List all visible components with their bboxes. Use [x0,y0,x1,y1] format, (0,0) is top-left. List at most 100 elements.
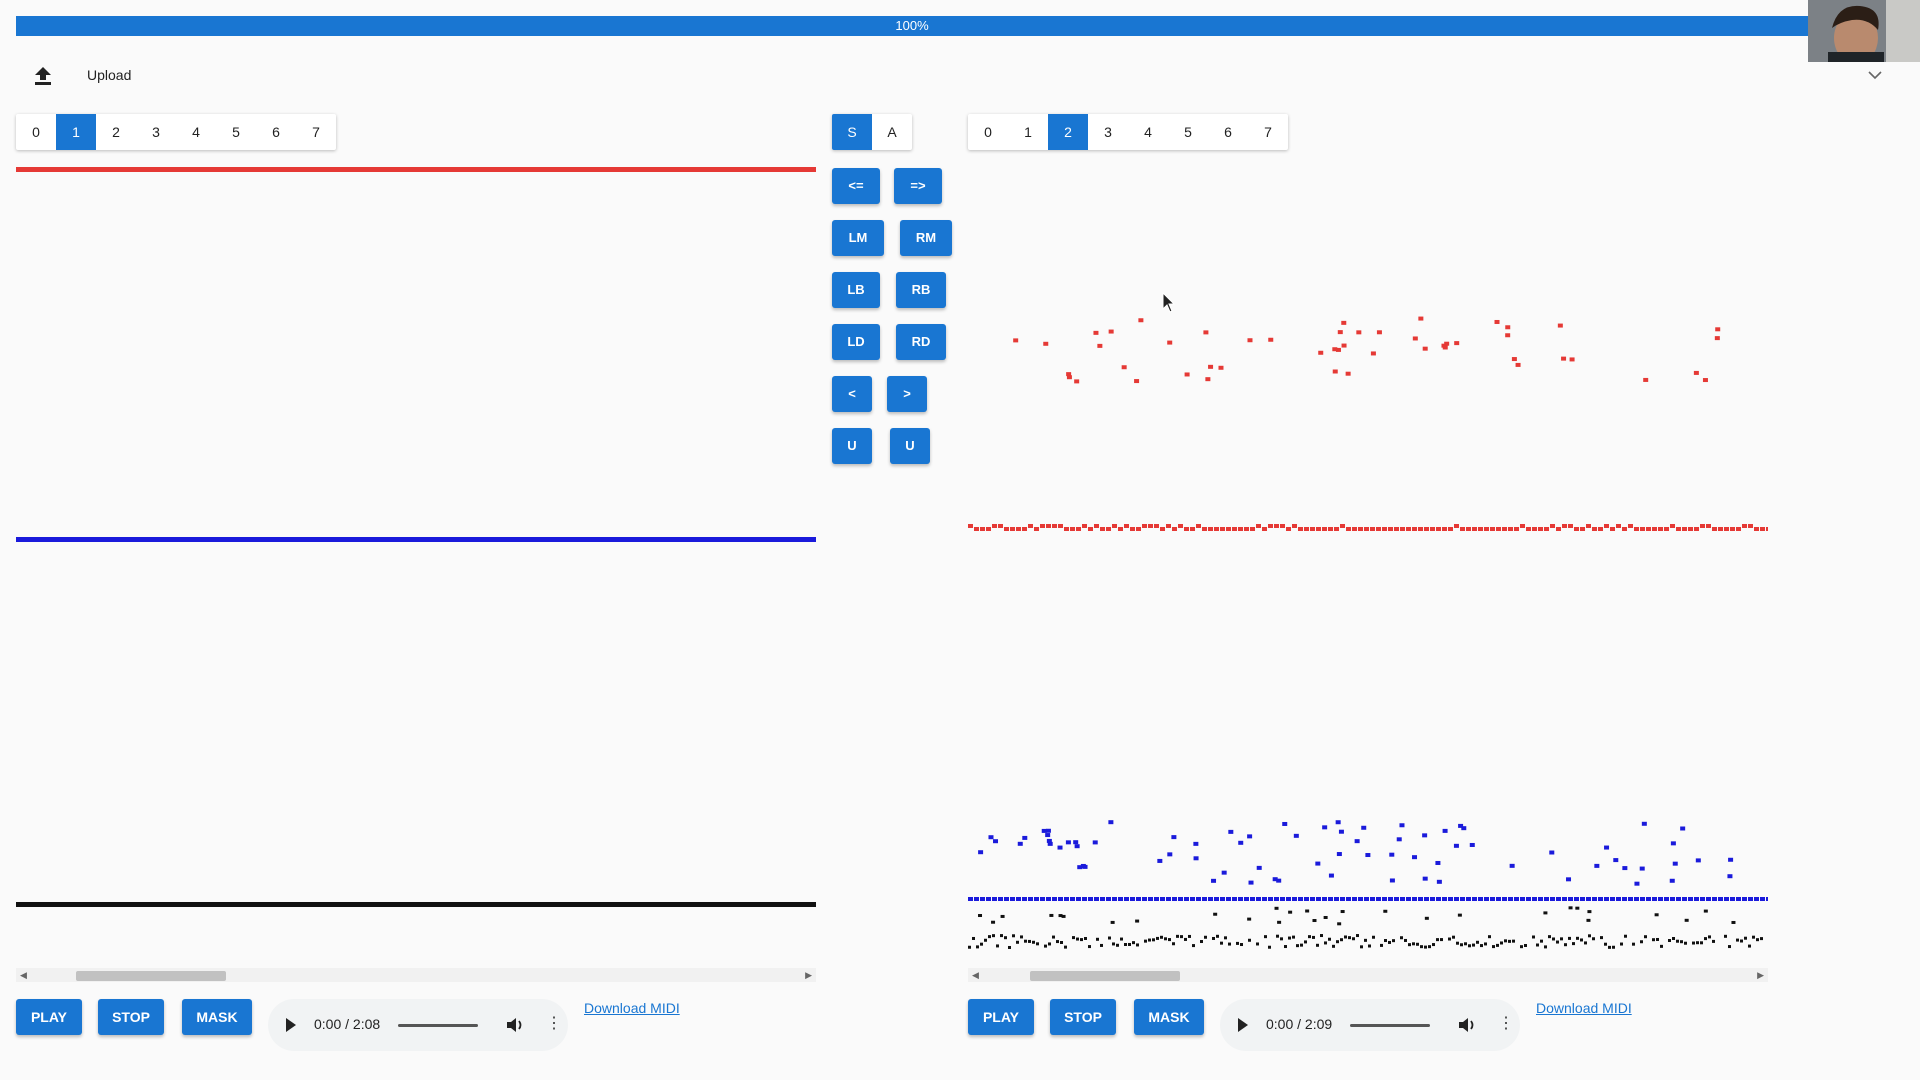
drum-note [1056,940,1059,944]
bass-note [1604,897,1609,901]
volume-icon[interactable] [504,1014,526,1036]
left-tab-0[interactable]: 0 [16,114,56,150]
right-tab-6[interactable]: 6 [1208,114,1248,150]
right-scroll-thumb[interactable] [1030,971,1180,981]
bass-note [1045,833,1051,838]
upload-icon[interactable] [34,66,52,86]
more-options-icon[interactable]: ⋮ [546,1013,562,1033]
melody-note [1208,527,1213,531]
melody-note [1562,524,1567,528]
left-tab-4[interactable]: 4 [176,114,216,150]
rd-button[interactable]: RD [896,324,946,360]
bass-note [1244,897,1249,901]
melody-note [1341,320,1347,325]
left-stop-button[interactable]: STOP [98,999,164,1035]
right-audio-seek[interactable] [1350,1024,1430,1027]
more-options-icon[interactable]: ⋮ [1498,1013,1514,1033]
scroll-right-arrow-icon[interactable]: ▶ [1757,968,1764,982]
bass-note [1022,897,1027,901]
melody-note [1538,527,1543,531]
right-tab-3[interactable]: 3 [1088,114,1128,150]
bass-note [1422,833,1428,838]
bass-note [993,839,999,844]
left-tab-3[interactable]: 3 [136,114,176,150]
left-tab-6[interactable]: 6 [256,114,296,150]
drum-note [1536,943,1539,947]
melody-note [1268,337,1274,342]
drum-note [988,935,991,939]
volume-icon[interactable] [1456,1014,1478,1036]
chevron-down-icon[interactable] [1868,70,1882,80]
play-icon[interactable] [286,1018,296,1032]
rm-button[interactable]: RM [900,220,952,256]
play-icon[interactable] [1238,1018,1248,1032]
melody-note [1097,343,1103,348]
right-play-button[interactable]: PLAY [968,999,1034,1035]
left-mask-button[interactable]: MASK [182,999,252,1035]
bass-note [1004,897,1009,901]
melody-note [1370,351,1376,356]
melody-note [1754,527,1759,531]
ld-button[interactable]: LD [832,324,880,360]
u-button-2[interactable]: U [890,428,930,464]
right-tab-2[interactable]: 2 [1048,114,1088,150]
drum-note [1305,909,1310,913]
upload-button[interactable]: Upload [87,67,131,83]
right-download-midi-link[interactable]: Download MIDI [1536,1000,1632,1016]
u-button-1[interactable]: U [832,428,872,464]
drum-note [1608,945,1611,949]
lm-button[interactable]: LM [832,220,884,256]
left-audio-seek[interactable] [398,1024,478,1027]
melody-note [1205,377,1211,382]
drum-note [1032,940,1035,944]
right-tab-5[interactable]: 5 [1168,114,1208,150]
left-tab-7[interactable]: 7 [296,114,336,150]
right-tab-4[interactable]: 4 [1128,114,1168,150]
bass-note [1202,897,1207,901]
left-play-button[interactable]: PLAY [16,999,82,1035]
left-tab-5[interactable]: 5 [216,114,256,150]
rb-button[interactable]: RB [896,272,946,308]
melody-note [1016,527,1021,531]
drum-note [1268,945,1271,949]
next-button[interactable]: => [894,168,942,204]
scroll-right-arrow-icon[interactable]: ▶ [805,968,812,982]
mode-a-button[interactable]: A [872,114,912,150]
melody-note [1442,345,1448,350]
shift-left-button[interactable]: < [832,376,872,412]
bass-note [1727,874,1733,879]
right-tab-0[interactable]: 0 [968,114,1008,150]
right-stop-button[interactable]: STOP [1050,999,1116,1035]
right-tab-1[interactable]: 1 [1008,114,1048,150]
bass-note [1442,828,1448,833]
right-mask-button[interactable]: MASK [1134,999,1204,1035]
bass-note [1424,897,1429,901]
left-scroll-thumb[interactable] [76,971,226,981]
left-red-track [16,167,816,172]
lb-button[interactable]: LB [832,272,880,308]
melody-note [1364,527,1369,531]
melody-note [1580,527,1585,531]
bass-note [1532,897,1537,901]
left-download-midi-link[interactable]: Download MIDI [584,1000,680,1016]
drum-note [1383,909,1388,913]
bass-note [1336,852,1342,857]
drum-note [996,944,999,948]
mode-s-button[interactable]: S [832,114,872,150]
bass-note [1454,897,1459,901]
melody-note [1730,527,1735,531]
scroll-left-arrow-icon[interactable]: ◀ [20,968,27,982]
bass-note [1422,876,1428,881]
drum-note [1612,945,1615,949]
shift-right-button[interactable]: > [887,376,927,412]
left-scrollbar[interactable]: ◀ ▶ [16,968,816,982]
prev-button[interactable]: <= [832,168,880,204]
right-tab-7[interactable]: 7 [1248,114,1288,150]
left-tab-2[interactable]: 2 [96,114,136,150]
right-scrollbar[interactable]: ◀ ▶ [968,968,1768,982]
melody-note [1332,347,1338,352]
left-tab-1[interactable]: 1 [56,114,96,150]
scroll-left-arrow-icon[interactable]: ◀ [972,968,979,982]
bass-note [998,897,1003,901]
melody-note [1334,527,1339,531]
